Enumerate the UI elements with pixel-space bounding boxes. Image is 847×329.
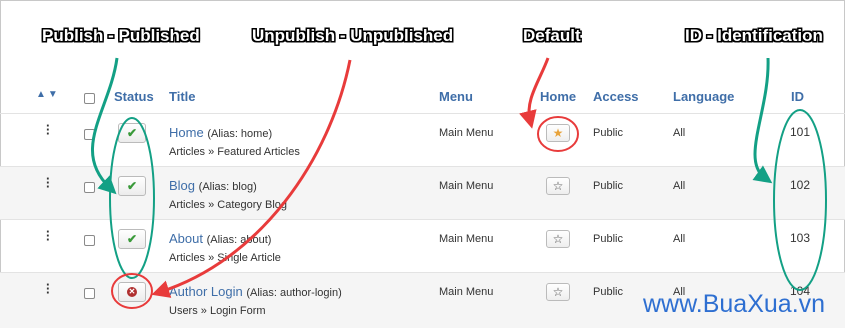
set-default-star-button[interactable]: ☆ [546, 283, 570, 301]
drag-handle-icon[interactable]: · · · [46, 225, 50, 246]
publish-toggle-button[interactable]: ✔ [118, 123, 146, 143]
sort-order-icon[interactable]: ▲▼ [36, 89, 60, 100]
drag-handle-icon[interactable]: · · · [46, 172, 50, 193]
column-header-home[interactable]: Home [540, 89, 576, 104]
menu-cell: Main Menu [439, 127, 494, 139]
id-annotation-label: ID - Identification [685, 26, 823, 45]
drag-handle-icon[interactable]: · · · [46, 119, 50, 140]
set-default-star-button[interactable]: ☆ [546, 230, 570, 248]
column-header-title[interactable]: Title [169, 89, 196, 104]
language-cell: All [673, 180, 686, 192]
alias-text: (Alias: author-login) [246, 287, 342, 299]
menu-item-title-link[interactable]: Author Login [169, 284, 243, 299]
column-header-access[interactable]: Access [593, 89, 639, 104]
row-checkbox[interactable] [84, 235, 95, 246]
default-home-star-button[interactable]: ★ [546, 124, 570, 142]
checkmark-icon: ✔ [126, 126, 138, 140]
table-row: · · · ✔ Home (Alias: home) Articles » Feat… [0, 113, 845, 167]
breadcrumb: Users » Login Form [169, 305, 266, 317]
access-cell: Public [593, 180, 623, 192]
row-checkbox[interactable] [84, 288, 95, 299]
id-cell: 102 [790, 178, 811, 192]
column-header-status[interactable]: Status [114, 89, 154, 104]
access-cell: Public [593, 127, 623, 139]
menu-cell: Main Menu [439, 233, 494, 245]
select-all-checkbox[interactable] [84, 93, 95, 104]
checkmark-icon: ✔ [126, 232, 138, 246]
row-checkbox[interactable] [84, 182, 95, 193]
column-header-id[interactable]: ID [791, 89, 804, 104]
menu-item-title-link[interactable]: About [169, 231, 203, 246]
access-cell: Public [593, 286, 623, 298]
language-cell: All [673, 127, 686, 139]
language-cell: All [673, 233, 686, 245]
set-default-star-button[interactable]: ☆ [546, 177, 570, 195]
column-header-menu[interactable]: Menu [439, 89, 473, 104]
breadcrumb: Articles » Single Article [169, 252, 281, 264]
table-row: · · · ✔ About (Alias: about) Articles » Si… [0, 219, 845, 273]
id-cell: 103 [790, 231, 811, 245]
alias-text: (Alias: about) [206, 234, 272, 246]
publish-annotation-label: Publish - Published [42, 26, 200, 45]
alias-text: (Alias: blog) [198, 181, 257, 193]
publish-toggle-button[interactable]: ✔ [118, 229, 146, 249]
row-checkbox[interactable] [84, 129, 95, 140]
menu-item-title-link[interactable]: Home [169, 125, 204, 140]
menu-cell: Main Menu [439, 180, 494, 192]
unpublished-icon: ✕ [127, 287, 137, 297]
breadcrumb: Articles » Featured Articles [169, 146, 300, 158]
drag-handle-icon[interactable]: · · · [46, 278, 50, 299]
unpublish-annotation-label: Unpublish - Unpublished [252, 26, 454, 45]
breadcrumb: Articles » Category Blog [169, 199, 287, 211]
table-row: · · · ✔ Blog (Alias: blog) Articles » Cate… [0, 166, 845, 220]
column-header-language[interactable]: Language [673, 89, 734, 104]
publish-toggle-button[interactable]: ✔ [118, 176, 146, 196]
publish-toggle-button[interactable]: ✕ [118, 282, 146, 302]
default-annotation-label: Default [523, 26, 581, 45]
menu-cell: Main Menu [439, 286, 494, 298]
menu-item-title-link[interactable]: Blog [169, 178, 195, 193]
access-cell: Public [593, 233, 623, 245]
checkmark-icon: ✔ [126, 179, 138, 193]
id-cell: 101 [790, 125, 811, 139]
watermark-brand: www.BuaXua.vn [643, 290, 826, 318]
alias-text: (Alias: home) [207, 128, 273, 140]
